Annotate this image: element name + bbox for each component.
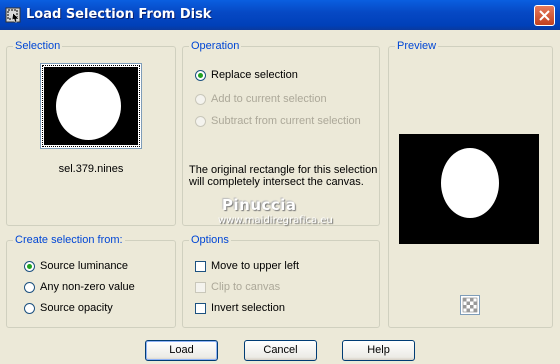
operation-group-label: Operation — [189, 40, 242, 53]
radio-button[interactable] — [24, 260, 35, 272]
radio-label: Add to current selection — [211, 93, 327, 105]
info-line-1: The original rectangle for this selectio… — [189, 164, 378, 176]
radio-add-to-selection[interactable]: Add to current selection — [195, 91, 327, 107]
checkerboard-icon — [462, 297, 478, 313]
radio-subtract-from-selection[interactable]: Subtract from current selection — [195, 113, 361, 129]
radio-label: Subtract from current selection — [211, 115, 361, 127]
preview-group-label: Preview — [395, 40, 439, 53]
radio-label: Source opacity — [40, 302, 113, 314]
watermark-name: Pinuccia — [222, 196, 297, 214]
checkbox-label: Invert selection — [211, 302, 285, 314]
cancel-button[interactable]: Cancel — [244, 340, 317, 361]
help-button[interactable]: Help — [342, 340, 415, 361]
checkbox[interactable] — [195, 281, 206, 293]
radio-label: Replace selection — [211, 69, 298, 81]
load-button[interactable]: Load — [145, 340, 218, 361]
close-icon — [539, 10, 550, 21]
radio-button[interactable] — [24, 281, 35, 293]
info-line-2: will completely intersect the canvas. — [189, 176, 364, 188]
checkbox[interactable] — [195, 302, 206, 314]
close-button[interactable] — [534, 5, 555, 26]
transparency-toggle-button[interactable] — [460, 295, 480, 315]
radio-button[interactable] — [195, 93, 206, 105]
radio-source-luminance[interactable]: Source luminance — [24, 258, 128, 274]
checkbox-label: Move to upper left — [211, 260, 300, 272]
radio-label: Any non-zero value — [40, 281, 135, 293]
checkbox-label: Clip to canvas — [211, 281, 281, 293]
selection-filename: sel.379.nines — [58, 163, 124, 175]
radio-label: Source luminance — [40, 260, 129, 272]
radio-source-opacity[interactable]: Source opacity — [24, 300, 113, 316]
selection-group-label: Selection — [13, 40, 63, 53]
window-title: Load Selection From Disk — [26, 7, 212, 22]
radio-button[interactable] — [195, 115, 206, 127]
watermark-url: www.maidiregrafica.eu — [218, 215, 333, 226]
operation-info-text: The original rectangle for this selectio… — [189, 164, 377, 188]
options-group-label: Options — [189, 234, 231, 247]
checkbox-move-to-upper-left[interactable]: Move to upper left — [195, 258, 299, 274]
checkbox[interactable] — [195, 260, 206, 272]
title-bar[interactable]: Load Selection From Disk — [0, 0, 560, 30]
radio-replace-selection[interactable]: Replace selection — [195, 67, 298, 83]
selection-thumbnail[interactable] — [40, 63, 142, 149]
radio-any-non-zero[interactable]: Any non-zero value — [24, 279, 135, 295]
radio-button[interactable] — [195, 69, 206, 81]
radio-button[interactable] — [24, 302, 35, 314]
create-from-group-label: Create selection from: — [13, 234, 125, 247]
preview-image — [399, 134, 539, 244]
checkbox-invert-selection[interactable]: Invert selection — [195, 300, 285, 316]
checkbox-clip-to-canvas[interactable]: Clip to canvas — [195, 279, 280, 295]
selection-tool-icon — [5, 7, 21, 23]
